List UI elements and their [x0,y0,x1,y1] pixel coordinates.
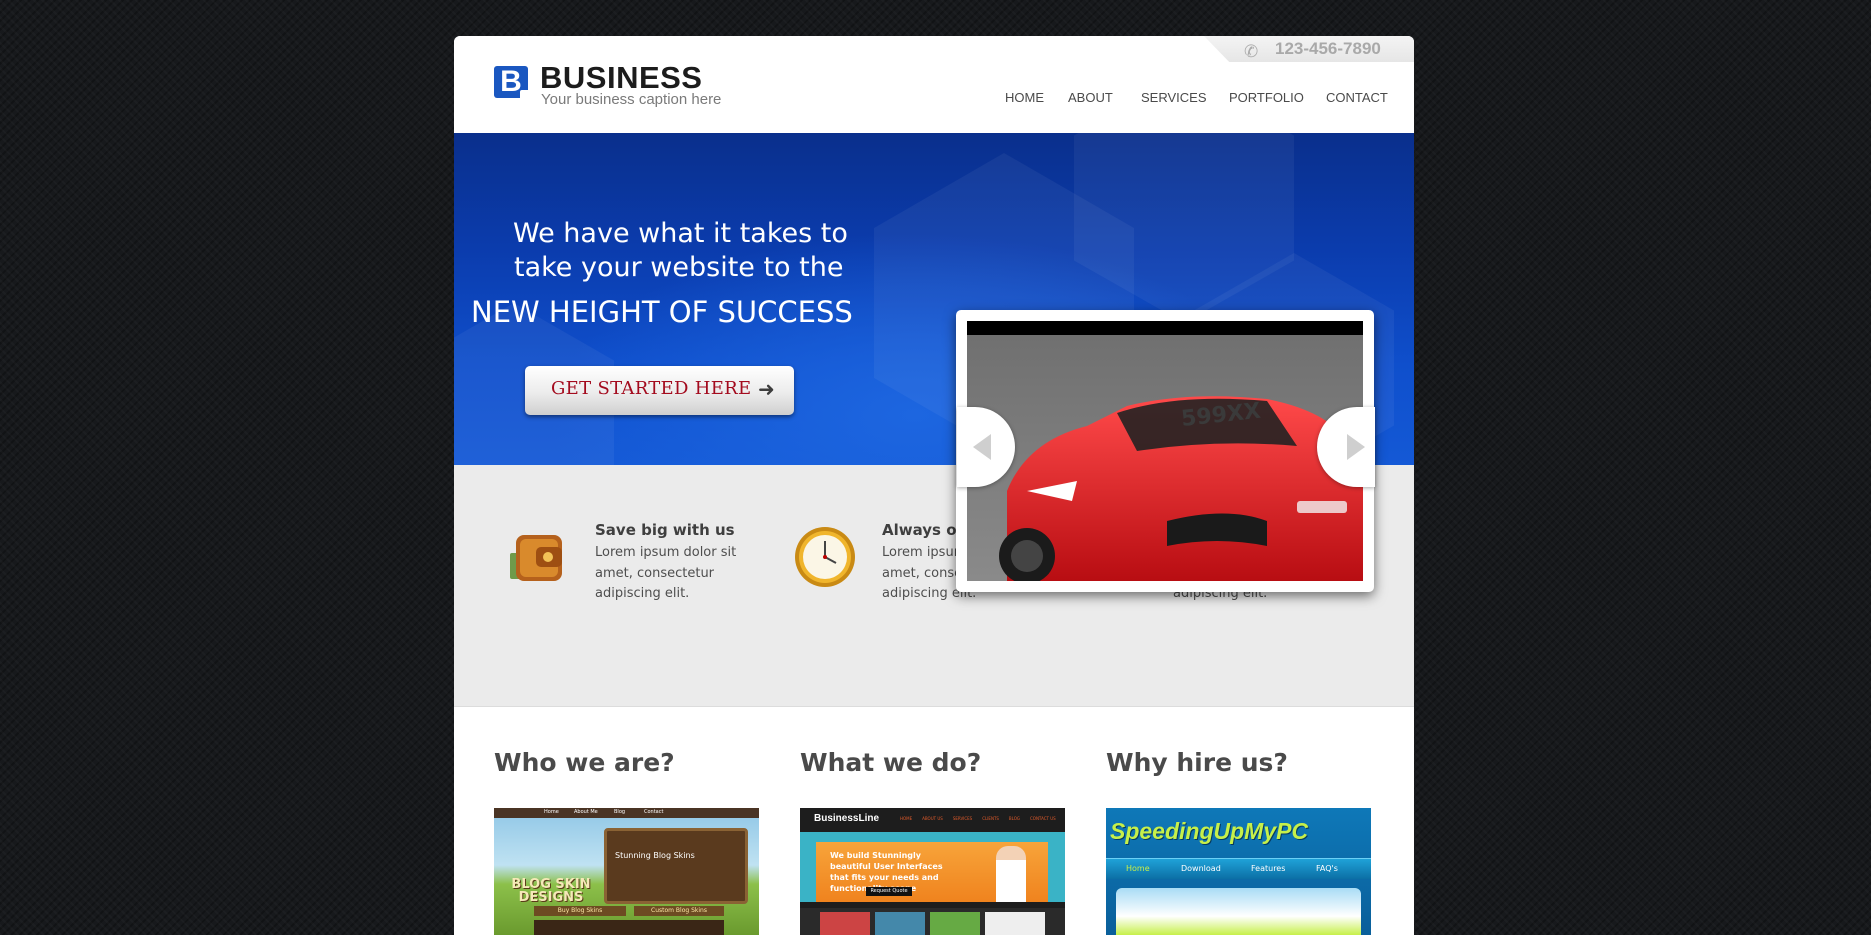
heading-who-we-are: Who we are? [494,748,675,777]
nav-about[interactable]: ABOUT [1068,90,1113,105]
hero-line-1: We have what it takes to [513,218,848,249]
thumb-blog-skins[interactable]: Home About Me Blog Contact BLOG SKIN DES… [494,808,759,935]
feature-title-save: Save big with us [595,521,735,539]
arrow-right-icon: ➜ [758,377,775,401]
clock-icon [795,527,855,587]
heading-what-we-do: What we do? [800,748,982,777]
heading-why-hire-us: Why hire us? [1106,748,1288,777]
nav-contact[interactable]: CONTACT [1326,90,1388,105]
logo-mark[interactable]: B [494,66,529,99]
hero-line-2: take your website to the [514,252,844,283]
wallet-icon [510,535,562,581]
phone-icon: ✆ [1244,42,1259,62]
logo-caption: Your business caption here [541,91,722,108]
feature-text-save: Lorem ipsum dolor sit amet, consectetur … [595,545,737,601]
person-icon [996,846,1026,902]
thumb-business-banner: We build Stunningly beautiful User Inter… [816,842,1048,902]
red-car-image: 599XX [967,321,1363,581]
slide-image[interactable]: 599XX [967,321,1363,581]
thumb-business-line[interactable]: BusinessLine HOME ABOUT US SERVICES CLIE… [800,808,1065,935]
thumb-nav-bar: Home About Me Blog Contact [494,808,759,818]
triangle-left-icon [973,434,991,460]
nav-home[interactable]: HOME [1005,90,1044,105]
header: ✆ 123-456-7890 B BUSINESS Your business … [454,36,1414,133]
get-started-button[interactable]: GET STARTED HERE ➜ [525,366,794,415]
triangle-right-icon [1347,434,1365,460]
thumb-speeding-up[interactable]: SpeedingUpMyPC Home Download Features FA… [1106,808,1371,935]
image-slider: 599XX [956,310,1375,592]
nav-services[interactable]: SERVICES [1141,90,1207,105]
nav-portfolio[interactable]: PORTFOLIO [1229,90,1304,105]
hero-line-3: NEW HEIGHT OF SUCCESS [471,295,853,329]
get-started-label: GET STARTED HERE [551,378,752,399]
section-divider [454,706,1414,707]
thumb-board: Stunning Blog Skins [604,828,748,904]
thumb-speed-nav: Home Download Features FAQ's [1106,858,1371,879]
phone-number: 123-456-7890 [1275,39,1381,58]
